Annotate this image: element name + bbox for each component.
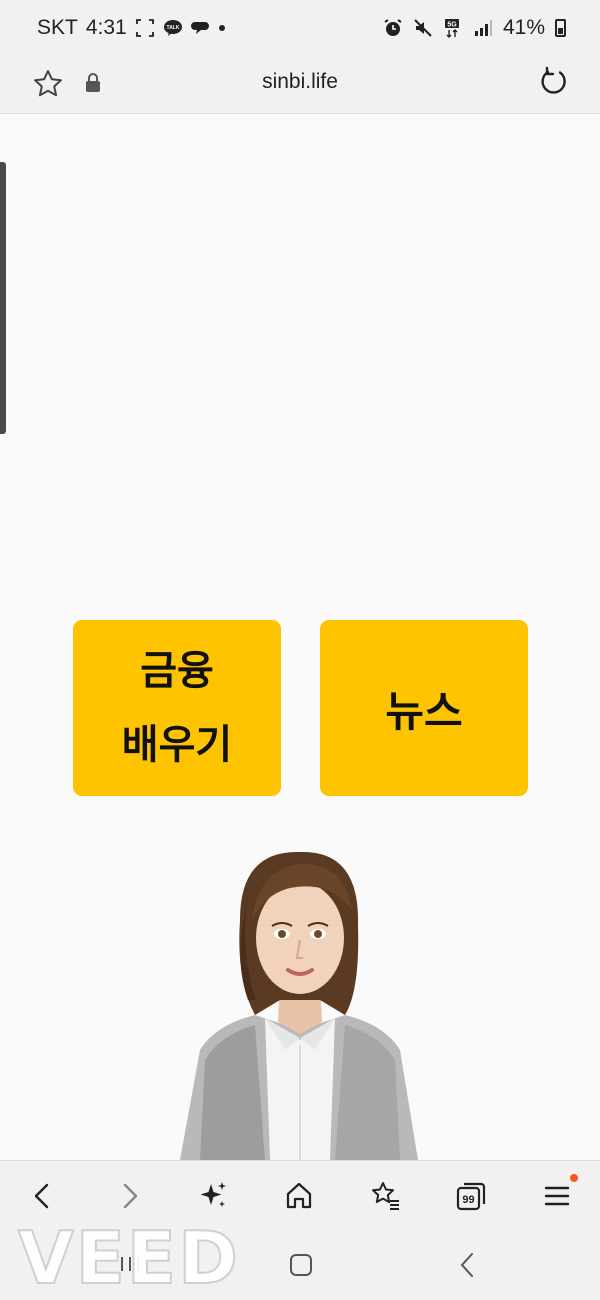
5g-icon: 5G <box>443 18 463 38</box>
reload-icon[interactable] <box>538 66 570 98</box>
nav-home-icon[interactable] <box>290 1254 312 1276</box>
system-nav-bar: VEED <box>0 1215 600 1300</box>
bookmarks-icon[interactable] <box>368 1179 402 1213</box>
news-button[interactable]: 뉴스 <box>320 620 528 796</box>
battery-percent: 41% <box>502 16 545 39</box>
chat-bubble-icon <box>190 18 211 38</box>
ai-sparkle-icon[interactable] <box>196 1179 230 1213</box>
notification-dot <box>218 25 225 31</box>
tabs-count: 99 <box>462 1194 474 1206</box>
status-right: 5G 41% <box>383 16 566 40</box>
status-left: SKT 4:31 TALK <box>37 16 225 40</box>
status-bar: SKT 4:31 TALK 5G 41% <box>0 0 600 56</box>
nav-back-icon[interactable] <box>456 1250 480 1280</box>
home-icon[interactable] <box>282 1179 316 1213</box>
web-page: 금융 배우기 뉴스 <box>0 114 600 1160</box>
signal-icon <box>473 18 493 38</box>
alarm-icon <box>383 18 403 38</box>
learn-finance-line2: 배우기 <box>121 722 233 768</box>
learn-finance-button[interactable]: 금융 배우기 <box>73 620 281 796</box>
kakaotalk-icon: TALK <box>163 18 183 38</box>
menu-icon[interactable] <box>540 1179 574 1213</box>
screenshot-frame-icon <box>135 18 155 38</box>
address-bar: sinbi.life <box>0 56 600 114</box>
forward-icon[interactable] <box>112 1179 146 1213</box>
tabs-icon[interactable]: 99 <box>454 1179 488 1213</box>
svg-text:5G: 5G <box>447 22 457 29</box>
carrier-label: SKT <box>37 16 78 39</box>
menu-notification-badge <box>570 1174 578 1182</box>
news-label: 뉴스 <box>385 686 463 736</box>
learn-finance-line1: 금융 <box>140 648 214 694</box>
clock: 4:31 <box>85 16 127 39</box>
veed-watermark: VEED <box>17 1215 240 1300</box>
url-field[interactable]: sinbi.life <box>0 70 600 94</box>
svg-text:TALK: TALK <box>166 25 179 31</box>
battery-icon <box>555 19 566 37</box>
back-icon[interactable] <box>26 1179 60 1213</box>
avatar-character <box>160 850 440 1160</box>
edge-panel-handle[interactable] <box>0 162 6 434</box>
mute-icon <box>413 18 433 38</box>
